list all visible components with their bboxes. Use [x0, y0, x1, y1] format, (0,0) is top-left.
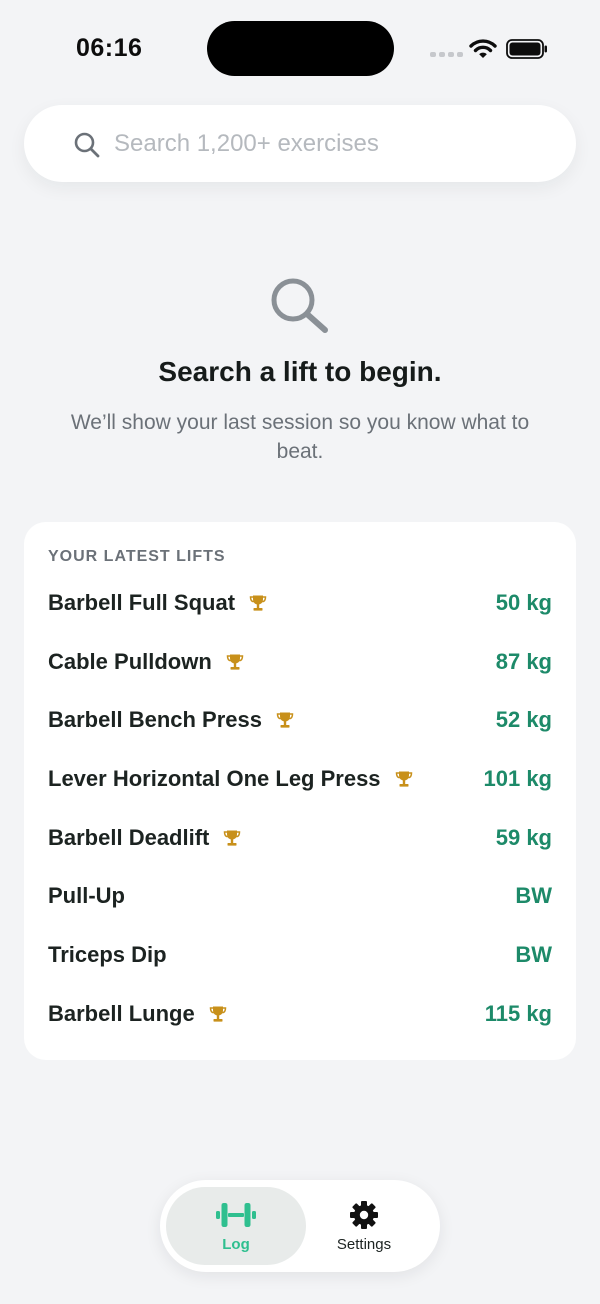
lift-row[interactable]: Lever Horizontal One Leg Press 101 kg: [48, 759, 552, 799]
lift-row[interactable]: Barbell Lunge 115 kg: [48, 994, 552, 1034]
lift-row[interactable]: Barbell Bench Press 52 kg: [48, 700, 552, 740]
lift-value: 87 kg: [495, 649, 552, 674]
trophy-icon: [226, 654, 244, 670]
search-icon: [74, 132, 100, 158]
dynamic-island: [207, 21, 394, 76]
lift-name: Lever Horizontal One Leg Press: [48, 766, 381, 791]
lift-value: BW: [515, 942, 552, 967]
trophy-icon: [209, 1006, 226, 1022]
lift-row[interactable]: Barbell Deadlift 59 kg: [48, 818, 552, 858]
lift-row[interactable]: Pull-Up BW: [48, 876, 552, 916]
empty-state-title: Search a lift to begin.: [158, 356, 442, 387]
lift-name: Barbell Deadlift: [48, 825, 210, 850]
tab-log-label: Log: [222, 1235, 250, 1253]
lift-value: 115 kg: [484, 1001, 552, 1026]
battery-icon: [506, 39, 547, 59]
lift-value: 52 kg: [495, 707, 552, 732]
tab-settings-label: Settings: [336, 1235, 392, 1253]
search-bar[interactable]: [24, 105, 576, 182]
tab-settings[interactable]: Settings: [294, 1187, 434, 1265]
cellular-signal-icon: [430, 52, 463, 57]
lift-name: Cable Pulldown: [48, 649, 212, 674]
lift-name: Barbell Full Squat: [48, 590, 236, 615]
lift-value: BW: [515, 883, 552, 908]
tab-bar: Log Settings: [160, 1180, 440, 1272]
lift-name: Barbell Bench Press: [48, 707, 262, 732]
lift-row[interactable]: Barbell Full Squat 50 kg: [48, 583, 552, 623]
lift-value: 59 kg: [495, 825, 552, 850]
lift-name: Pull-Up: [48, 883, 125, 908]
status-bar: 06:16: [0, 0, 600, 96]
search-icon: [271, 278, 328, 333]
tab-log[interactable]: Log: [166, 1187, 306, 1265]
empty-state-subtitle: We’ll show your last session so you know…: [70, 411, 530, 463]
wifi-icon: [469, 39, 497, 58]
status-time: 06:16: [76, 34, 143, 62]
search-input[interactable]: [114, 123, 564, 165]
gear-icon: [350, 1200, 378, 1229]
latest-lifts-header: YOUR LATEST LIFTS: [48, 548, 226, 565]
app-screen: 06:16 Search a lift to begin. We’ll show…: [0, 0, 600, 1304]
trophy-icon: [224, 830, 241, 846]
trophy-icon: [249, 595, 267, 611]
trophy-icon: [276, 712, 294, 728]
lift-value: 50 kg: [495, 590, 552, 615]
trophy-icon: [395, 771, 412, 787]
latest-lifts-card: YOUR LATEST LIFTS Barbell Full Squat 50 …: [24, 522, 576, 1060]
lift-row[interactable]: Triceps Dip BW: [48, 935, 552, 975]
lift-name: Triceps Dip: [48, 942, 167, 967]
lift-name: Barbell Lunge: [48, 1001, 195, 1026]
dumbbell-icon: [216, 1202, 256, 1227]
lift-row[interactable]: Cable Pulldown 87 kg: [48, 642, 552, 682]
lift-value: 101 kg: [483, 766, 553, 791]
